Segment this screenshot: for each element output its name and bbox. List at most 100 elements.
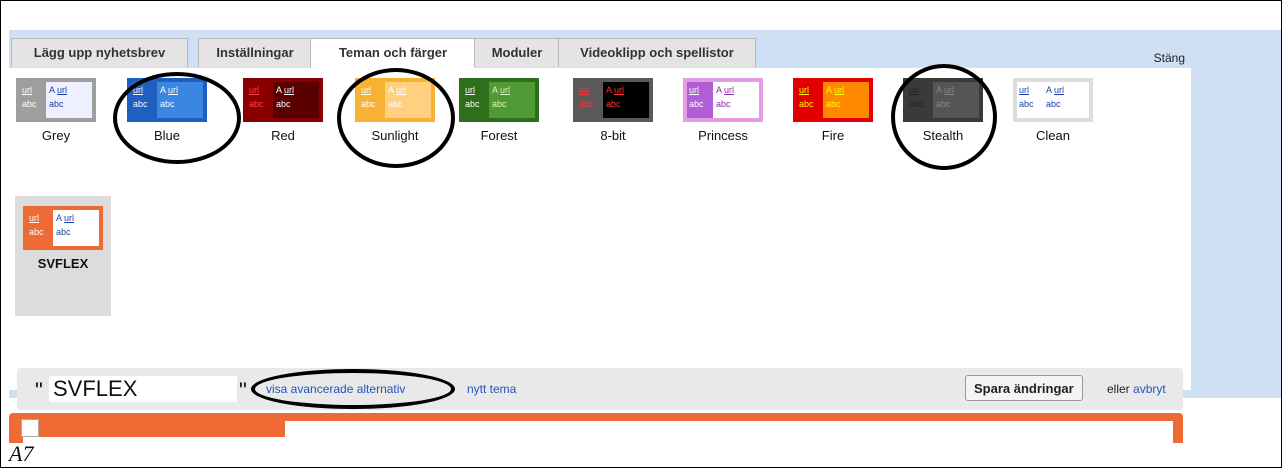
swatch-abc: abc xyxy=(799,99,814,109)
swatch-url: url xyxy=(168,85,179,95)
swatch-left: url abc xyxy=(131,82,157,118)
swatch-abc: abc xyxy=(1019,99,1034,109)
tab-settings[interactable]: Inställningar xyxy=(198,38,312,67)
swatch-abc: abc xyxy=(56,227,71,237)
swatch-url: url xyxy=(284,85,295,95)
theme-grey[interactable]: url abc A url abc Grey xyxy=(14,78,98,158)
swatch-a: A xyxy=(936,85,942,95)
save-changes-button[interactable]: Spara ändringar xyxy=(965,375,1083,401)
swatch-a-url: A url xyxy=(160,83,200,97)
theme-name-label: Red xyxy=(271,128,295,143)
swatch-right: A url abc xyxy=(157,82,203,118)
swatch-a: A xyxy=(160,85,166,95)
swatch-abc: abc xyxy=(606,99,621,109)
swatch-right: A url abc xyxy=(385,82,431,118)
swatch-left: url abc xyxy=(1017,82,1043,118)
new-theme-link[interactable]: nytt tema xyxy=(467,382,516,396)
swatch-a: A xyxy=(388,85,394,95)
tab-themes[interactable]: Teman och färger xyxy=(310,38,476,69)
swatch-a-url: A url xyxy=(606,83,646,97)
theme-svflex[interactable]: url abc A url abc SVFLEX xyxy=(15,196,111,316)
theme-stealth[interactable]: url abc A url abc Stealth xyxy=(901,78,985,158)
swatch-url: url xyxy=(249,85,260,95)
swatch-left: url abc xyxy=(797,82,823,118)
preview-tab xyxy=(23,421,285,437)
swatch-a: A xyxy=(606,85,612,95)
swatch-a: A xyxy=(492,85,498,95)
swatch-url: url xyxy=(724,85,735,95)
theme-princess[interactable]: url abc A url abc Princess xyxy=(681,78,765,158)
swatch-left: url abc xyxy=(20,82,46,118)
window-frame: Lägg upp nyhetsbrev Inställningar Teman … xyxy=(0,0,1282,468)
tab-videos[interactable]: Videoklipp och spellistor xyxy=(558,38,756,67)
cancel-link[interactable]: avbryt xyxy=(1133,382,1166,396)
swatch-abc: abc xyxy=(160,99,175,109)
swatch-url: url xyxy=(689,85,700,95)
swatch-url: url xyxy=(396,85,407,95)
theme-swatch: url abc A url abc xyxy=(355,78,435,122)
figure-caption: A7 xyxy=(9,441,34,466)
swatch-right: A url abc xyxy=(489,82,535,118)
swatch-url: url xyxy=(133,85,144,95)
swatch-url: url xyxy=(64,213,75,223)
swatch-abc: abc xyxy=(388,99,403,109)
swatch-abc: abc xyxy=(826,99,841,109)
theme-name-label: Forest xyxy=(480,128,518,143)
quote-close: " xyxy=(239,378,247,403)
swatch-right: A url abc xyxy=(46,82,92,118)
swatch-url: url xyxy=(579,85,590,95)
swatch-abc: abc xyxy=(29,227,44,237)
theme-name-label: Blue xyxy=(153,128,181,143)
swatch-left: url abc xyxy=(687,82,713,118)
theme-name-label: Clean xyxy=(1036,128,1070,143)
swatch-right: A url abc xyxy=(823,82,869,118)
swatch-right: A url abc xyxy=(273,82,319,118)
swatch-url: url xyxy=(614,85,625,95)
theme-name-label: Princess xyxy=(698,128,748,143)
theme-name-label: SVFLEX xyxy=(37,256,89,271)
swatch-url: url xyxy=(57,85,68,95)
swatch-a-url: A url xyxy=(276,83,316,97)
theme-8bit[interactable]: url abc A url abc 8-bit xyxy=(571,78,655,158)
tab-modules[interactable]: Moduler xyxy=(474,38,560,67)
swatch-right: A url abc xyxy=(713,82,759,118)
theme-red[interactable]: url abc A url abc Red xyxy=(241,78,325,158)
theme-fire[interactable]: url abc A url abc Fire xyxy=(791,78,875,158)
swatch-left: url abc xyxy=(463,82,489,118)
theme-sunlight[interactable]: url abc A url abc Sunlight xyxy=(353,78,437,158)
theme-swatch: url abc A url abc xyxy=(243,78,323,122)
theme-name-label: Stealth xyxy=(922,128,964,143)
swatch-a-url: A url xyxy=(492,83,532,97)
swatch-a-url: A url xyxy=(56,211,96,225)
theme-swatch: url abc A url abc xyxy=(683,78,763,122)
swatch-a-url: A url xyxy=(936,83,976,97)
swatch-left: url abc xyxy=(27,210,53,246)
theme-name-input[interactable] xyxy=(49,376,237,402)
swatch-a-url: A url xyxy=(49,83,89,97)
tab-newsletter[interactable]: Lägg upp nyhetsbrev xyxy=(11,38,188,67)
swatch-url: url xyxy=(500,85,511,95)
swatch-url: url xyxy=(1054,85,1065,95)
or-text: eller avbryt xyxy=(1107,382,1166,396)
swatch-url: url xyxy=(1019,85,1030,95)
theme-clean[interactable]: url abc A url abc Clean xyxy=(1011,78,1095,158)
theme-blue[interactable]: url abc A url abc Blue xyxy=(125,78,209,158)
theme-swatch: url abc A url abc xyxy=(23,206,103,250)
swatch-a: A xyxy=(276,85,282,95)
advanced-options-link[interactable]: visa avancerade alternativ xyxy=(266,382,405,396)
theme-panel: Lägg upp nyhetsbrev Inställningar Teman … xyxy=(9,30,1199,410)
swatch-abc: abc xyxy=(936,99,951,109)
theme-name-label: 8-bit xyxy=(600,128,626,143)
swatch-left: url abc xyxy=(907,82,933,118)
swatch-a-url: A url xyxy=(388,83,428,97)
theme-forest[interactable]: url abc A url abc Forest xyxy=(457,78,541,158)
close-link[interactable]: Stäng xyxy=(1154,51,1185,65)
tab-bar: Lägg upp nyhetsbrev Inställningar Teman … xyxy=(9,38,1199,69)
swatch-a-url: A url xyxy=(716,83,756,97)
swatch-url: url xyxy=(29,213,40,223)
theme-swatch: url abc A url abc xyxy=(459,78,539,122)
swatch-right: A url abc xyxy=(603,82,649,118)
theme-name-label: Fire xyxy=(821,128,845,143)
swatch-right: A url abc xyxy=(933,82,979,118)
theme-swatch: url abc A url abc xyxy=(127,78,207,122)
